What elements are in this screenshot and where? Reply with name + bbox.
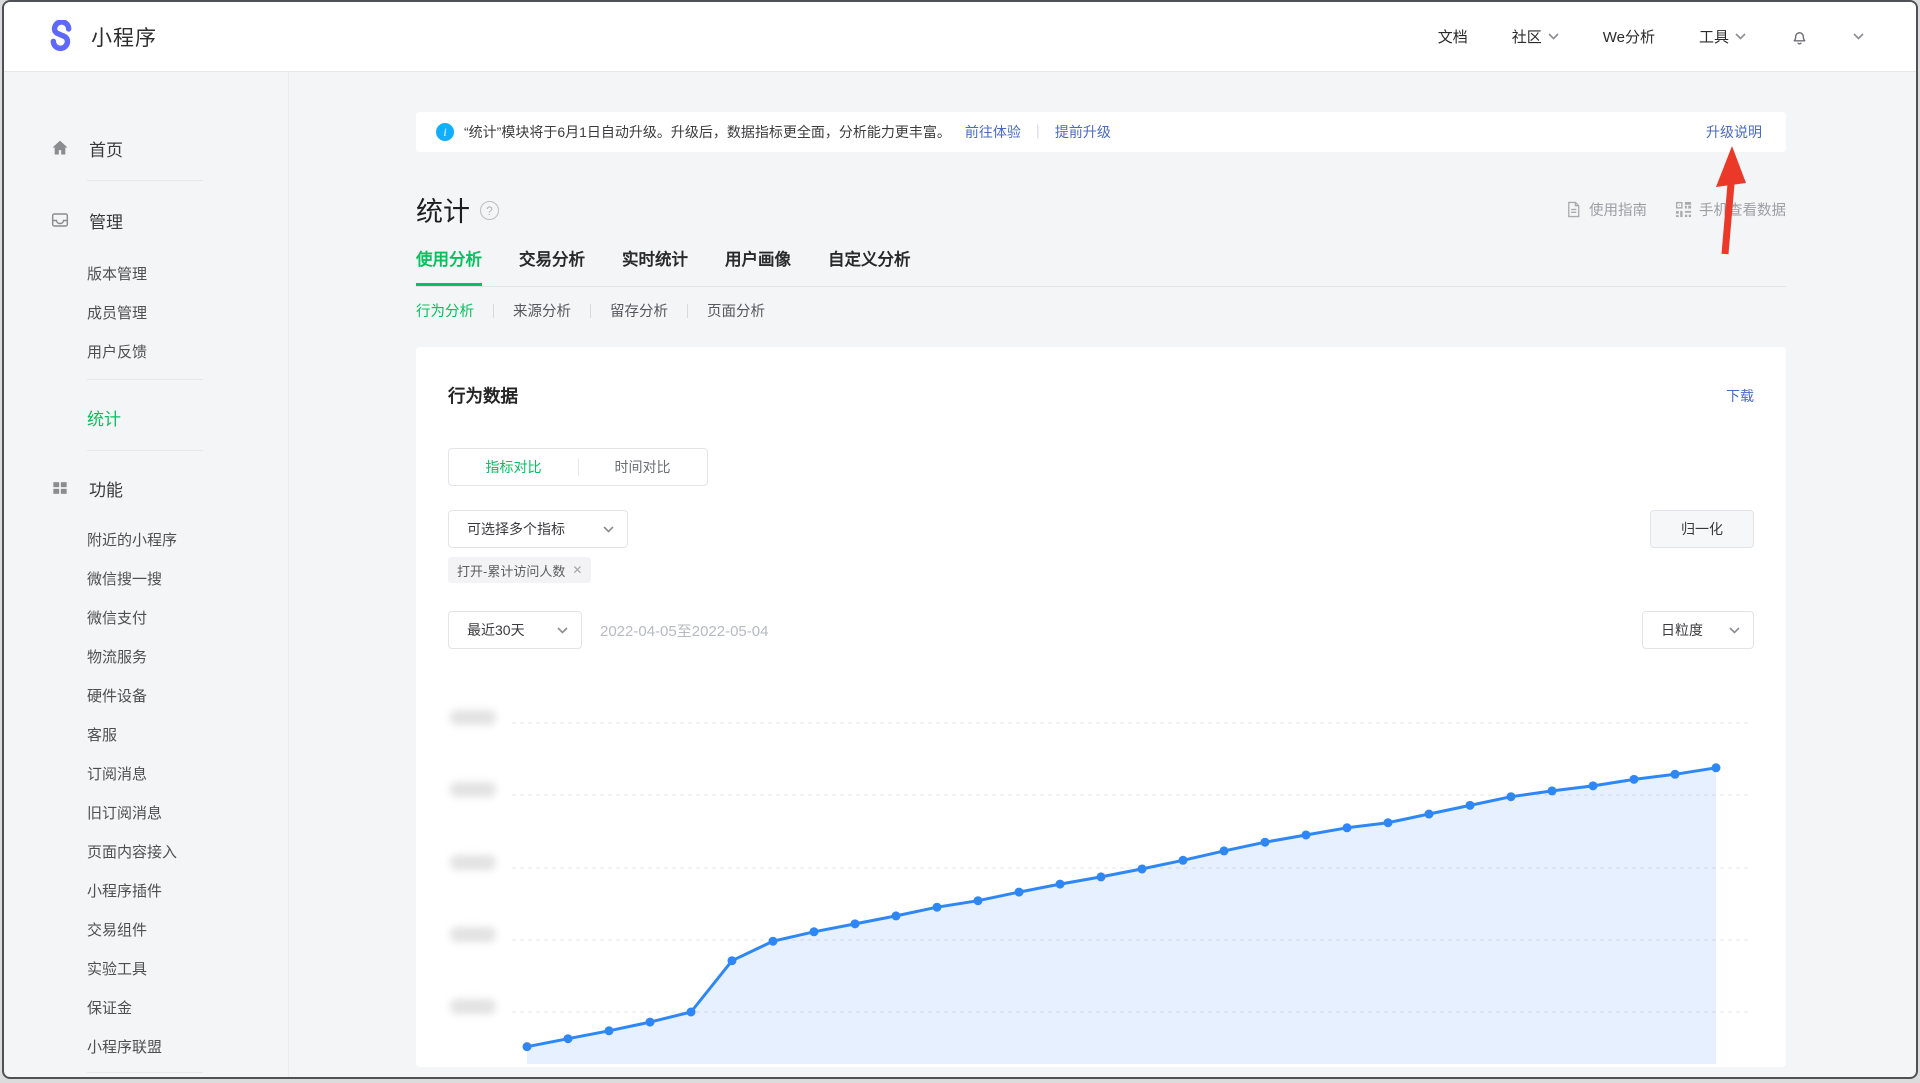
chevron-down-icon	[1548, 33, 1559, 40]
sidebar-item-experiment-tools[interactable]: 实验工具	[4, 949, 288, 988]
logo-text: 小程序	[91, 22, 157, 52]
subtab-retention-analysis[interactable]: 留存分析	[610, 300, 668, 321]
granularity-select[interactable]: 日粒度	[1642, 611, 1754, 649]
sidebar-item-nearby-miniprogram[interactable]: 附近的小程序	[4, 520, 288, 559]
sidebar-item-member-manage[interactable]: 成员管理	[4, 293, 288, 332]
bell-icon	[1790, 27, 1809, 47]
chevron-down-icon	[1735, 33, 1746, 40]
top-bar: 小程序 文档 社区 We分析 工具	[4, 2, 1916, 72]
toggle-time-compare[interactable]: 时间对比	[578, 449, 707, 485]
tab-user-portrait[interactable]: 用户画像	[725, 246, 791, 286]
sidebar-item-version-manage[interactable]: 版本管理	[4, 254, 288, 293]
upgrade-early-link[interactable]: 提前升级	[1055, 122, 1111, 142]
sub-tabs: 行为分析 来源分析 留存分析 页面分析	[416, 300, 1786, 321]
subtab-source-analysis[interactable]: 来源分析	[513, 300, 571, 321]
nav-we-analytics[interactable]: We分析	[1603, 26, 1655, 47]
sidebar-item-hardware[interactable]: 硬件设备	[4, 676, 288, 715]
main-content: i “统计”模块将于6月1日自动升级。升级后，数据指标更全面，分析能力更丰富。 …	[416, 112, 1786, 1067]
top-nav: 文档 社区 We分析 工具	[1438, 26, 1864, 47]
subtab-divider	[687, 304, 688, 318]
sidebar-item-old-subscribe-message[interactable]: 旧订阅消息	[4, 793, 288, 832]
page-title: 统计 ?	[416, 190, 499, 229]
compare-mode-toggle: 指标对比 时间对比	[448, 448, 708, 486]
date-range-select[interactable]: 最近30天	[448, 611, 582, 649]
help-icon[interactable]: ?	[480, 201, 499, 220]
metric-select[interactable]: 可选择多个指标	[448, 510, 628, 548]
upgrade-notice-bar: i “统计”模块将于6月1日自动升级。升级后，数据指标更全面，分析能力更丰富。 …	[416, 112, 1786, 152]
y-axis-label-redacted	[450, 782, 496, 797]
chevron-down-icon	[1853, 33, 1864, 40]
app-window: 小程序 文档 社区 We分析 工具 首页	[2, 0, 1918, 1079]
notice-separator: ｜	[1031, 122, 1045, 142]
sidebar-item-home[interactable]: 首页	[4, 128, 288, 168]
view-on-mobile-button[interactable]: 手机查看数据	[1675, 199, 1786, 220]
mini-program-logo-icon	[44, 20, 78, 54]
y-axis-label-redacted	[450, 855, 496, 870]
tab-trade-analysis[interactable]: 交易分析	[519, 246, 585, 286]
behavior-line-chart	[448, 699, 1754, 1064]
toggle-metric-compare[interactable]: 指标对比	[449, 449, 578, 485]
area-chart-canvas	[448, 699, 1754, 1064]
sidebar-item-manage[interactable]: 管理	[4, 200, 288, 240]
qr-code-icon	[1675, 201, 1692, 218]
sidebar-item-features[interactable]: 功能	[4, 468, 288, 508]
sidebar-item-trade-component[interactable]: 交易组件	[4, 910, 288, 949]
upgrade-info-link[interactable]: 升级说明	[1706, 122, 1762, 142]
download-link[interactable]: 下载	[1726, 386, 1754, 406]
main-tabs: 使用分析 交易分析 实时统计 用户画像 自定义分析	[416, 246, 1786, 287]
normalize-button[interactable]: 归一化	[1650, 510, 1754, 548]
y-axis-label-redacted	[450, 710, 496, 725]
sidebar-item-wechat-pay[interactable]: 微信支付	[4, 598, 288, 637]
sidebar-item-customer-service[interactable]: 客服	[4, 715, 288, 754]
notifications-button[interactable]	[1790, 27, 1809, 47]
behavior-data-card: 行为数据 下载 指标对比 时间对比 可选择多个指标 归一化 打开-累计访问人数	[416, 347, 1786, 1067]
date-range-text: 2022-04-05至2022-05-04	[600, 620, 768, 641]
y-axis-label-redacted	[450, 999, 496, 1014]
chevron-down-icon	[557, 627, 568, 634]
chevron-down-icon	[1729, 627, 1740, 634]
subtab-page-analysis[interactable]: 页面分析	[707, 300, 765, 321]
metric-tag: 打开-累计访问人数 ✕	[448, 557, 591, 583]
sidebar-item-deposit[interactable]: 保证金	[4, 988, 288, 1027]
subtab-divider	[590, 304, 591, 318]
sidebar-divider	[87, 180, 203, 181]
usage-guide-button[interactable]: 使用指南	[1565, 199, 1647, 220]
remove-tag-icon[interactable]: ✕	[572, 563, 582, 577]
tab-realtime-stats[interactable]: 实时统计	[622, 246, 688, 286]
sidebar: 首页 管理 版本管理 成员管理 用户反馈 统计 功能 附近的小程序 微信搜一搜 …	[4, 72, 289, 1077]
y-axis-label-redacted	[450, 927, 496, 942]
nav-tools[interactable]: 工具	[1699, 26, 1746, 47]
sidebar-item-subscribe-message[interactable]: 订阅消息	[4, 754, 288, 793]
nav-community[interactable]: 社区	[1512, 26, 1559, 47]
tab-custom-analysis[interactable]: 自定义分析	[828, 246, 911, 286]
account-menu[interactable]	[1853, 33, 1864, 40]
sidebar-item-page-content[interactable]: 页面内容接入	[4, 832, 288, 871]
sidebar-item-plugin[interactable]: 小程序插件	[4, 871, 288, 910]
notice-text: “统计”模块将于6月1日自动升级。升级后，数据指标更全面，分析能力更丰富。	[464, 122, 951, 142]
tray-icon	[50, 210, 70, 230]
grid-icon	[50, 478, 70, 498]
nav-docs[interactable]: 文档	[1438, 26, 1468, 47]
sidebar-item-logistics[interactable]: 物流服务	[4, 637, 288, 676]
sidebar-item-user-feedback[interactable]: 用户反馈	[4, 332, 288, 371]
sidebar-item-statistics[interactable]: 统计	[4, 397, 288, 437]
tab-usage-analysis[interactable]: 使用分析	[416, 246, 482, 286]
sidebar-divider	[87, 379, 203, 380]
chevron-down-icon	[603, 526, 614, 533]
sidebar-item-miniprogram-union[interactable]: 小程序联盟	[4, 1027, 288, 1066]
subtab-divider	[493, 304, 494, 318]
sidebar-item-wechat-search[interactable]: 微信搜一搜	[4, 559, 288, 598]
info-icon: i	[436, 123, 454, 141]
home-icon	[50, 138, 70, 158]
sidebar-divider	[87, 1072, 203, 1073]
document-icon	[1565, 201, 1582, 218]
sidebar-divider	[87, 450, 203, 451]
try-now-link[interactable]: 前往体验	[965, 122, 1021, 142]
logo[interactable]: 小程序	[44, 20, 157, 54]
card-title: 行为数据	[448, 383, 518, 408]
subtab-behavior-analysis[interactable]: 行为分析	[416, 300, 474, 321]
